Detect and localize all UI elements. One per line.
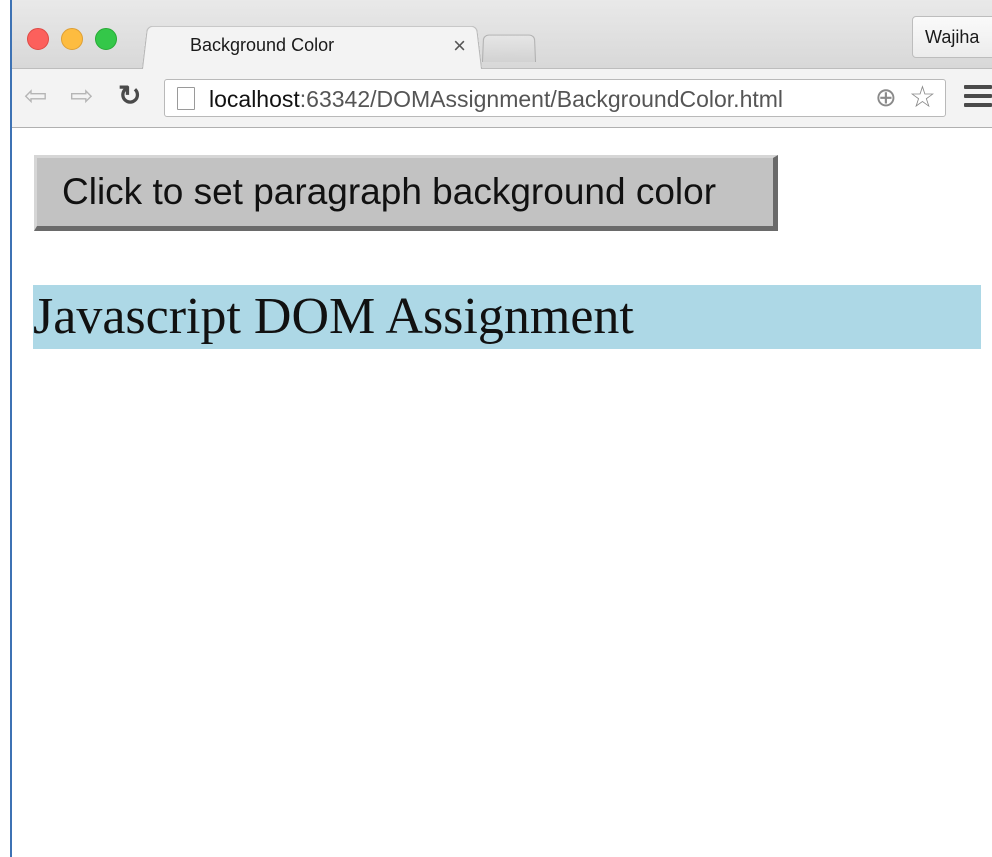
page-content: Click to set paragraph background color … bbox=[12, 128, 992, 857]
star-icon[interactable]: ☆ bbox=[909, 80, 936, 115]
profile-button[interactable]: Wajiha bbox=[912, 16, 992, 58]
set-background-button[interactable]: Click to set paragraph background color bbox=[34, 155, 778, 231]
tab-bar: Background Color × Wajiha bbox=[12, 0, 992, 69]
url-host: localhost bbox=[209, 86, 300, 112]
page-icon bbox=[177, 87, 195, 110]
url-path: :63342/DOMAssignment/BackgroundColor.htm… bbox=[299, 86, 784, 112]
browser-window: Background Color × Wajiha ⇦ ⇨ ↻ localhos… bbox=[10, 0, 992, 857]
tab-background-color[interactable]: Background Color × bbox=[142, 24, 480, 68]
minimize-window-icon[interactable] bbox=[61, 28, 83, 50]
hamburger-menu-icon[interactable] bbox=[964, 85, 992, 112]
reload-icon[interactable]: ↻ bbox=[118, 81, 141, 111]
arrow-right-icon[interactable]: ⇨ bbox=[70, 81, 93, 111]
address-bar[interactable]: localhost:63342/DOMAssignment/Background… bbox=[164, 79, 946, 117]
tab-close-icon[interactable]: × bbox=[453, 33, 466, 59]
close-window-icon[interactable] bbox=[27, 28, 49, 50]
new-tab-button[interactable] bbox=[482, 34, 536, 62]
browser-toolbar: ⇦ ⇨ ↻ localhost:63342/DOMAssignment/Back… bbox=[12, 69, 992, 128]
url-text[interactable]: localhost:63342/DOMAssignment/Background… bbox=[209, 86, 783, 113]
paragraph: Javascript DOM Assignment bbox=[33, 285, 981, 349]
zoom-icon[interactable]: ⊕ bbox=[875, 82, 897, 113]
arrow-left-icon[interactable]: ⇦ bbox=[24, 81, 47, 111]
maximize-window-icon[interactable] bbox=[95, 28, 117, 50]
tab-title: Background Color bbox=[190, 35, 335, 55]
